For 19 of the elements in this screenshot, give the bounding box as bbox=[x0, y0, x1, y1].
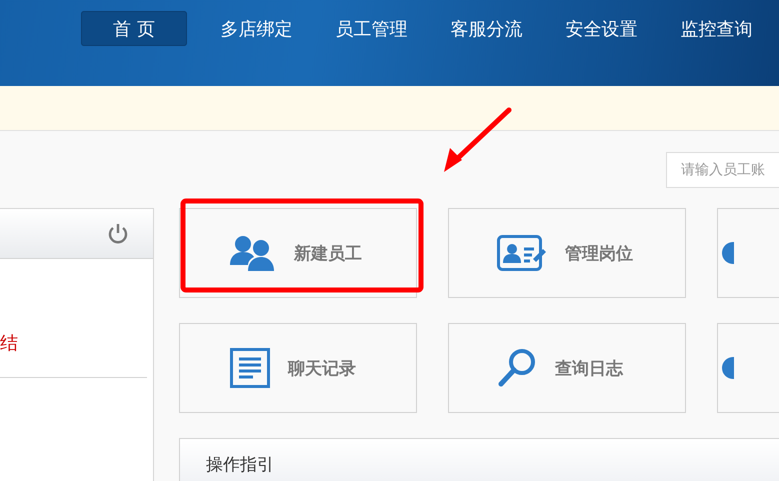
shortcut-tile[interactable]: 新建员工 bbox=[179, 208, 417, 298]
search-field[interactable]: 请输入员工账 bbox=[666, 152, 779, 188]
nav-tab[interactable]: 客服分流 bbox=[429, 11, 544, 46]
nav-tab[interactable]: 员工管理 bbox=[314, 11, 429, 46]
shortcut-tile[interactable]: 查询日志 bbox=[448, 323, 686, 413]
nav-tab[interactable]: 安全设置 bbox=[544, 11, 659, 46]
document-icon bbox=[230, 348, 270, 388]
shortcut-tile[interactable]: 管理岗位 bbox=[448, 208, 686, 298]
nav-tab[interactable]: 首 页 bbox=[81, 11, 187, 46]
status-text: 结 bbox=[0, 332, 19, 355]
nav-tab[interactable]: 监控查询 bbox=[659, 11, 774, 46]
nav-tab[interactable]: 多店绑定 bbox=[199, 11, 314, 46]
power-icon bbox=[107, 222, 129, 244]
shortcut-tile[interactable]: 聊天记录 bbox=[179, 323, 417, 413]
id-card-icon bbox=[497, 235, 547, 271]
people-icon bbox=[230, 235, 276, 271]
guide-title: 操作指引 bbox=[206, 455, 274, 475]
search-icon bbox=[497, 348, 537, 388]
pointer-arrow bbox=[444, 108, 512, 172]
